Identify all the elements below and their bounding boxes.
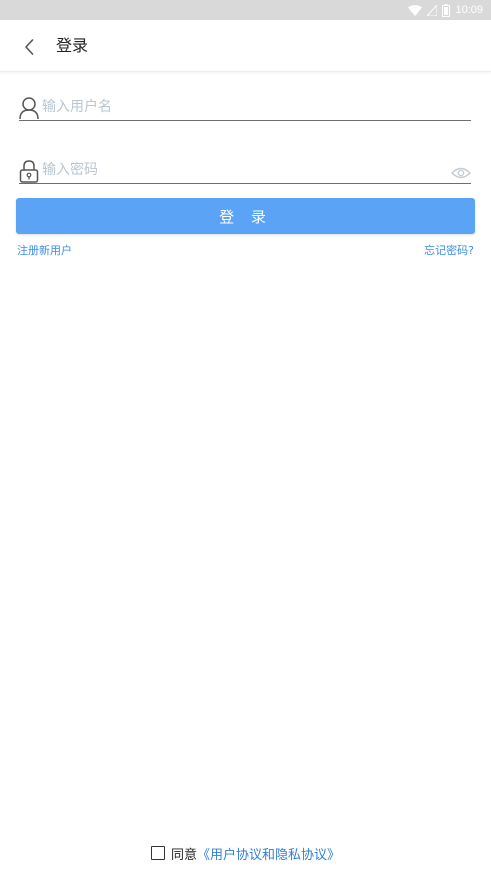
- register-link[interactable]: 注册新用户: [17, 243, 72, 259]
- eye-icon: [451, 167, 471, 179]
- lock-icon: [19, 160, 39, 183]
- status-bar: 10:09: [0, 0, 491, 20]
- agreement-prefix: 同意: [170, 847, 197, 863]
- battery-icon: [442, 3, 451, 17]
- agreement-row: 同意 《用户协议和隐私协议》: [0, 842, 491, 864]
- password-input[interactable]: [42, 159, 442, 181]
- password-field[interactable]: [19, 154, 471, 184]
- back-arrow-icon: [25, 39, 34, 55]
- user-icon-wrap: [19, 94, 39, 120]
- forgot-password-link[interactable]: 忘记密码?: [424, 243, 474, 259]
- signal-icon: [427, 4, 438, 16]
- back-button[interactable]: [16, 34, 42, 60]
- title-bar: 登录: [0, 20, 491, 72]
- wifi-icon: [408, 4, 423, 16]
- show-password-toggle[interactable]: [451, 165, 471, 179]
- agreement-checkbox[interactable]: [150, 846, 165, 860]
- username-input[interactable]: [42, 96, 442, 118]
- username-field[interactable]: [19, 91, 471, 121]
- user-icon: [19, 97, 39, 120]
- lock-icon-wrap: [19, 157, 39, 183]
- status-icons: 10:09: [408, 3, 483, 17]
- login-button[interactable]: 登 录: [16, 198, 475, 234]
- agreement-link[interactable]: 《用户协议和隐私协议》: [197, 844, 340, 863]
- page-title: 登录: [56, 36, 89, 55]
- status-time: 10:09: [455, 4, 483, 16]
